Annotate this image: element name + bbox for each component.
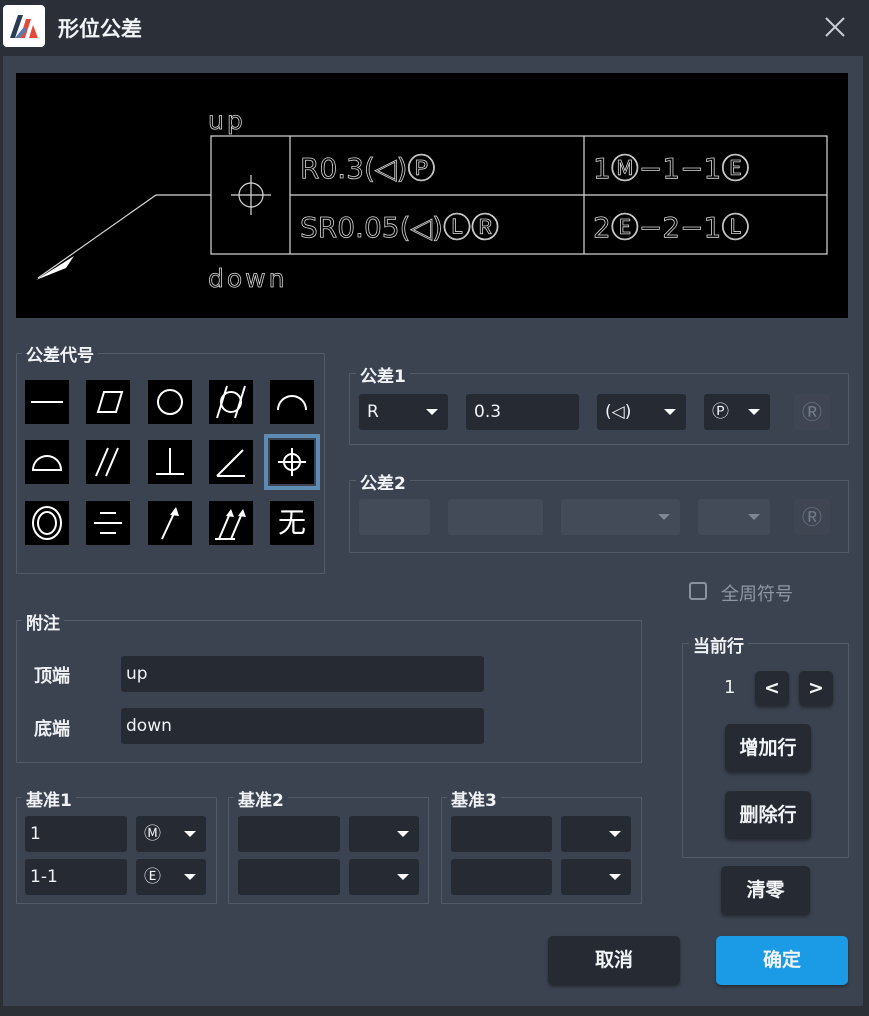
angularity-icon[interactable]: [209, 440, 253, 484]
preview-row2-tolerance: SR0.05(◁)ⓁⓇ: [300, 211, 499, 244]
symmetry-icon[interactable]: [86, 501, 130, 545]
cylindricity-icon[interactable]: [209, 380, 253, 424]
cancel-button[interactable]: 取消: [548, 936, 680, 985]
datum1-row1-modifier-value: Ⓜ: [144, 824, 161, 844]
perpendicularity-icon[interactable]: [148, 440, 192, 484]
tolerance2-modifier-select[interactable]: [561, 499, 680, 535]
top-note-label: 顶端: [34, 666, 70, 687]
tolerance1-label: 公差1: [356, 362, 410, 387]
tolerance-preview: up down R0.3(◁)Ⓟ 1Ⓜ−1−1Ⓔ SR0.05(◁)ⓁⓇ 2Ⓔ−…: [16, 73, 848, 318]
circularity-icon[interactable]: [148, 380, 192, 424]
datum3-row2-input[interactable]: [451, 859, 552, 895]
datum1-row2-modifier-select[interactable]: Ⓔ: [136, 859, 206, 895]
notes-label: 附注: [22, 609, 64, 634]
chevron-down-icon: [658, 514, 670, 520]
chevron-down-icon: [426, 409, 438, 415]
datum2-label: 基准2: [234, 786, 288, 811]
concentricity-icon[interactable]: [25, 501, 69, 545]
chevron-down-icon: [609, 874, 621, 880]
datum1-row1-input[interactable]: 1: [25, 816, 127, 852]
tolerance2-label: 公差2: [356, 469, 410, 494]
current-row-value: 1: [724, 677, 736, 698]
tolerance2-value-input[interactable]: [448, 499, 543, 535]
preview-top-note: up: [208, 106, 246, 135]
chevron-down-icon: [397, 831, 409, 837]
window-title: 形位公差: [58, 17, 142, 41]
tolerance1-material-select[interactable]: Ⓟ: [704, 394, 770, 430]
datum1-label: 基准1: [22, 786, 76, 811]
chevron-down-icon: [184, 831, 196, 837]
preview-bottom-note: down: [208, 264, 287, 293]
bottom-note-input[interactable]: down: [121, 708, 484, 744]
ok-button[interactable]: 确定: [716, 936, 848, 985]
chevron-down-icon: [184, 874, 196, 880]
circular-runout-icon[interactable]: [148, 501, 192, 545]
prev-row-button[interactable]: <: [755, 671, 789, 706]
chevron-down-icon: [397, 874, 409, 880]
datum1-row1-modifier-select[interactable]: Ⓜ: [136, 816, 206, 852]
none-label: 无: [277, 506, 306, 539]
flatness-icon[interactable]: [86, 380, 130, 424]
datum1-row2-modifier-value: Ⓔ: [144, 867, 161, 887]
add-row-button[interactable]: 增加行: [725, 724, 811, 772]
datum1-row2-input[interactable]: 1-1: [25, 859, 127, 895]
all-around-label: 全周符号: [721, 584, 793, 605]
tolerance1-modifier-value: (◁): [605, 402, 632, 422]
delete-row-button[interactable]: 删除行: [725, 791, 811, 839]
datum2-row2-input[interactable]: [238, 859, 340, 895]
tolerance2-prefix-field[interactable]: [359, 499, 430, 535]
tolerance1-modifier-select[interactable]: (◁): [597, 394, 686, 430]
datum3-row1-input[interactable]: [451, 816, 552, 852]
datum3-row1-modifier-select[interactable]: [561, 816, 631, 852]
datum2-row2-modifier-select[interactable]: [349, 859, 419, 895]
top-note-input[interactable]: up: [121, 656, 484, 692]
preview-row1-tolerance: R0.3(◁)Ⓟ: [300, 152, 435, 185]
tolerance1-value-input[interactable]: 0.3: [466, 394, 579, 430]
next-row-button[interactable]: >: [799, 671, 833, 706]
surface-profile-icon[interactable]: [25, 440, 69, 484]
current-row-label: 当前行: [689, 632, 748, 657]
bottom-note-label: 底端: [34, 719, 70, 740]
none-icon[interactable]: 无: [270, 501, 314, 545]
datum2-row1-input[interactable]: [238, 816, 340, 852]
title-bar: 形位公差: [0, 0, 869, 56]
preview-row2-datum: 2Ⓔ−2−1Ⓛ: [593, 211, 749, 244]
chevron-down-icon: [609, 831, 621, 837]
clear-button[interactable]: 清零: [721, 866, 810, 915]
app-logo-icon: [3, 5, 45, 47]
tolerance1-prefix-value: R: [367, 402, 379, 422]
straightness-icon[interactable]: [25, 380, 69, 424]
tolerance2-material-select[interactable]: [698, 499, 770, 535]
chevron-down-icon: [748, 514, 760, 520]
parallelism-icon[interactable]: [86, 440, 130, 484]
total-runout-icon[interactable]: [209, 501, 253, 545]
line-profile-icon[interactable]: [270, 380, 314, 424]
all-around-checkbox[interactable]: [689, 582, 707, 600]
position-icon[interactable]: [264, 434, 320, 490]
symbol-group-label: 公差代号: [22, 341, 98, 366]
close-icon[interactable]: [818, 10, 852, 44]
datum3-label: 基准3: [447, 786, 501, 811]
tolerance2-r-button[interactable]: Ⓡ: [794, 499, 830, 535]
chevron-down-icon: [748, 409, 760, 415]
tolerance1-prefix-select[interactable]: R: [359, 394, 448, 430]
tolerance1-material-value: Ⓟ: [712, 402, 729, 422]
chevron-down-icon: [664, 409, 676, 415]
preview-row1-datum: 1Ⓜ−1−1Ⓔ: [593, 152, 749, 185]
tolerance1-r-button[interactable]: Ⓡ: [794, 394, 830, 430]
datum2-row1-modifier-select[interactable]: [349, 816, 419, 852]
datum3-row2-modifier-select[interactable]: [561, 859, 631, 895]
